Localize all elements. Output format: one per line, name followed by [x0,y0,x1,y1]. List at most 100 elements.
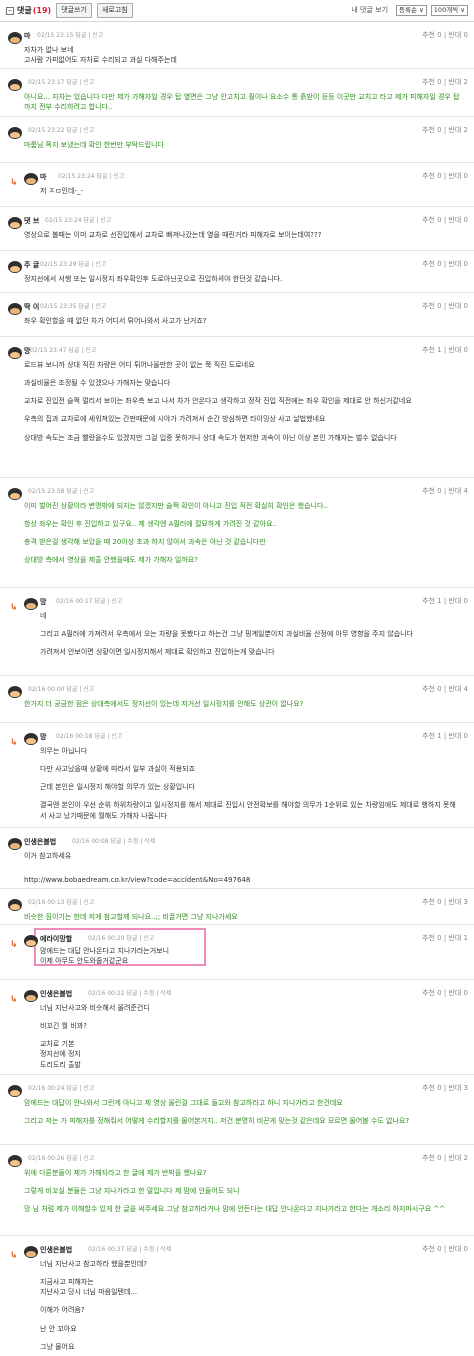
comment-nickname[interactable]: 마 [24,31,30,41]
comment-line: 한가지 더 궁금한 점은 상대측에서도 정지선이 있는데 저거선 일시정지를 안… [24,700,304,708]
comment-meta[interactable]: 02/16 00:20 답글 | 신고 [88,935,154,944]
vote-counter[interactable]: 추천 0 | 반대 4 [422,684,468,694]
comment-line: 정지선에서 서행 또는 일시정지 좌우확인후 도로아닌곳으로 진입하셔야 한던것… [24,275,283,283]
avatar[interactable] [8,899,22,911]
vote-counter[interactable]: 추천 0 | 반대 2 [422,125,468,135]
comment-body: 너님 지난사고 참고하라 했을뿐인데? 지금사고 피해자는 지난사고 당시 너님 마… [40,1259,460,1356]
vote-counter[interactable]: 추천 0 | 반대 0 [422,171,468,181]
comment-meta[interactable]: 02/15 23:58 답글 | 신고 [28,488,94,497]
comment-line: 너님 지난사고와 비슷해서 올려준건디 [40,1004,150,1012]
avatar[interactable] [24,173,38,185]
comment-meta[interactable]: 02/16 00:18 답글 | 신고 [56,733,122,742]
comment-line: 도리도리 출발 [40,1060,81,1069]
avatar[interactable] [24,733,38,745]
comment-body: 맘에드는 대답 안나온다고 지나가라는거보니 이제 아무도 안도와줄거같군요 [40,946,460,966]
comment-meta[interactable]: 02/15 23:24 답글 | 신고 [45,217,111,226]
comment-body: 맘에드는 대답이 안나와서 그런게 아니고 제 영상 올린걸 그대로 들고와 참… [24,1098,460,1134]
vote-counter[interactable]: 추천 0 | 반대 4 [422,486,468,496]
comment-meta[interactable]: 02/15 23:22 답글 | 신고 [28,127,94,136]
avatar[interactable] [8,127,22,139]
comment-line: 고사람 가피없어도 자차로 수리되고 과실 다해주는데 [24,56,177,65]
collapse-toggle[interactable]: − [6,6,14,15]
comment-line: 영상으로 볼때는 이미 교차로 선진입해서 교차로 빠져나갔는데 옆을 때린거라… [24,231,322,239]
comment-nickname[interactable]: 망 [40,732,46,742]
vote-counter[interactable]: 추천 0 | 반대 3 [422,1083,468,1093]
comment-nickname[interactable]: 인생은볼법 [40,1245,72,1255]
comment-body: 한가지 더 궁금한 점은 상대측에서도 정지선이 있는데 저거선 일시정지를 안… [24,699,460,717]
comment-nickname[interactable]: 마 [40,172,46,182]
comment-item: 댓 브 02/15 23:24 답글 | 신고 추천 0 | 반대 0 영상으로 볼때… [0,207,474,251]
comment-meta[interactable]: 02/16 00:26 답글 | 신고 [28,1155,94,1164]
comment-meta[interactable]: 02/15 23:24 답글 | 신고 [58,173,124,182]
avatar[interactable] [8,217,22,229]
vote-counter[interactable]: 추천 0 | 반대 2 [422,77,468,87]
comment-meta[interactable]: 02/15 23:15 답글 | 신고 [37,32,103,41]
vote-counter[interactable]: 추천 0 | 반대 0 [422,215,468,225]
comment-meta[interactable]: 02/16 00:24 답글 | 신고 [28,1085,94,1094]
per-page-select[interactable]: 100개씩 ∨ [430,5,468,16]
comment-body: 위에 다른분들이 제가 가해자라고 한 글에 제가 반박을 했나요? 그렇게 비꼬… [24,1168,460,1222]
vote-counter[interactable]: 추천 0 | 반대 0 [422,988,468,998]
vote-counter[interactable]: 추천 1 | 반대 0 [422,596,468,606]
comment-nickname[interactable]: 망 [40,597,46,607]
vote-counter[interactable]: 추천 0 | 반대 2 [422,1153,468,1163]
avatar[interactable] [8,488,22,500]
vote-counter[interactable]: 추천 0 | 반대 1 [422,933,468,943]
avatar[interactable] [8,1155,22,1167]
vote-counter[interactable]: 추천 0 | 반대 0 [422,259,468,269]
write-comment-button[interactable]: 댓글쓰기 [56,3,92,18]
vote-counter[interactable]: 추천 0 | 반대 3 [422,897,468,907]
comment-item: 02/15 23:22 답글 | 신고 추천 0 | 반대 2 마룸님 쪽지 보냈는… [0,117,474,163]
comment-nickname[interactable]: 인생은볼법 [24,837,56,847]
comment-line: 로드뷰 보니까 상대 직진 차량은 어디 튀어나올만한 곳이 없는 쭉 직진 도… [24,361,255,369]
vote-counter[interactable]: 추천 1 | 반대 0 [422,731,468,741]
avatar[interactable] [24,990,38,1002]
comment-line: 충격 받은걸 생각해 보았을 때 20이상 초과 하지 않아서 과속은 아닌 것… [24,538,266,547]
comment-line: 자차가 없나 보네 [24,46,74,54]
comment-body: 네 그리고 A필러에 가져려서 우측에서 오는 차량을 못봤다고 하는건 그냥 핑… [40,611,460,665]
vote-counter[interactable]: 추천 0 | 반대 0 [422,1244,468,1254]
comment-meta[interactable]: 02/16 00:13 답글 | 신고 [28,899,94,908]
avatar[interactable] [24,598,38,610]
vote-counter[interactable]: 추천 0 | 반대 0 [422,30,468,40]
avatar[interactable] [8,79,22,91]
comment-item: 02/16 00:00 답글 | 신고 추천 0 | 반대 4 한가지 더 궁금한 … [0,676,474,723]
avatar[interactable] [8,1085,22,1097]
comment-line: 비슷한 짐이기는 한데 저게 참고할께 되나요..;; 비끌거면 그냥 지나가세… [24,913,238,921]
comment-meta[interactable]: 02/15 23:17 답글 | 신고 [28,79,94,88]
vote-counter[interactable]: 추천 0 | 반대 0 [422,301,468,311]
comment-meta[interactable]: 02/16 00:08 답글 | 수정 | 삭제 [72,838,155,847]
avatar[interactable] [8,838,22,850]
sort-select[interactable]: 등록순 ∨ [396,5,427,16]
comment-meta[interactable]: 02/15 23:29 답글 | 신고 [40,261,106,270]
comment-line: 망 님 처럼 제가 이해할수 있게 한 글을 써주세요 그냥 참고하라거나 맘에… [24,1205,446,1214]
comment-meta[interactable]: 02/15 23:35 답글 | 신고 [40,303,106,312]
comment-nickname[interactable]: 댓 브 [24,216,39,226]
avatar[interactable] [8,261,22,273]
refresh-button[interactable]: 새로고침 [96,3,133,18]
comment-nickname[interactable]: 딱 이 [24,302,39,312]
comment-line: 그렇게 비꼬실 분들은 그냥 지나가라고 한 말입니다 제 맘에 안들어도 되니 [24,1187,240,1196]
reply-arrow-icon: ↳ [10,995,18,1005]
comment-nickname[interactable]: 인생은볼법 [40,989,72,999]
comment-meta[interactable]: 02/16 00:22 답글 | 수정 | 삭제 [88,990,171,999]
avatar[interactable] [24,935,38,947]
comment-meta[interactable]: 02/16 00:17 답글 | 신고 [56,598,122,607]
comment-body: 너님 지난사고와 비슷해서 올려준건디 비꼬긴 뭘 비꽈? 교차로 기본 정지선에 정… [40,1003,460,1078]
avatar[interactable] [8,303,22,315]
avatar[interactable] [8,686,22,698]
comment-nickname[interactable]: 주 글 [24,260,39,270]
my-comments-link[interactable]: 내 댓글 보기 [351,5,388,15]
comment-nickname[interactable]: 에라이망할 [40,934,72,944]
comment-meta[interactable]: 02/15 23:47 답글 | 신고 [30,347,96,356]
avatar[interactable] [8,347,22,359]
vote-counter[interactable]: 추천 1 | 반대 0 [422,345,468,355]
comment-line: 의무는 아닙니다 [40,747,88,755]
comment-line: 정지선에 정지 [40,1050,81,1059]
comment-meta[interactable]: 02/16 00:37 답글 | 수정 | 삭제 [88,1246,171,1255]
avatar[interactable] [8,32,22,44]
reply-arrow-icon: ↳ [10,1251,18,1261]
comment-body: 영상으로 볼때는 이미 교차로 선진입해서 교차로 빠져나갔는데 옆을 때린거라… [24,230,460,248]
comment-meta[interactable]: 02/16 00:00 답글 | 신고 [28,686,94,695]
avatar[interactable] [24,1246,38,1258]
